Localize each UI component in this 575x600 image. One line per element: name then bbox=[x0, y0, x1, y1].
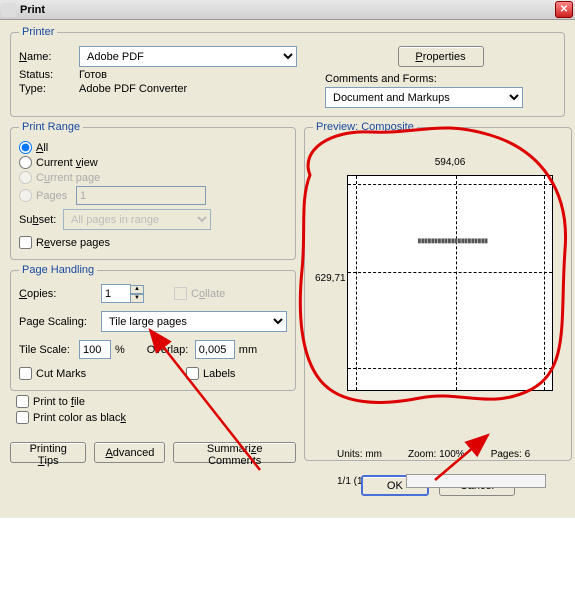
status-label: Status: bbox=[19, 69, 79, 81]
printer-group: Printer Name: Adobe PDF Status: Готов Ty… bbox=[10, 26, 565, 117]
reverse-pages-check[interactable] bbox=[19, 236, 32, 249]
printing-tips-button[interactable]: Printing Tips bbox=[10, 442, 86, 463]
copies-input[interactable] bbox=[101, 284, 131, 303]
print-range-group: Print Range All Current view Current pag… bbox=[10, 121, 296, 260]
range-legend: Print Range bbox=[19, 121, 83, 133]
overlap-unit: mm bbox=[239, 344, 257, 356]
tilescale-input[interactable] bbox=[79, 340, 111, 359]
range-pages-label: Pages bbox=[36, 190, 76, 202]
subset-select: All pages in range bbox=[63, 209, 211, 230]
app-icon bbox=[2, 3, 16, 17]
labels-label: Labels bbox=[203, 368, 235, 380]
range-currentpage-label: Current page bbox=[36, 172, 100, 184]
preview-legend: Preview: Composite bbox=[313, 121, 417, 133]
printer-legend: Printer bbox=[19, 26, 57, 38]
properties-button[interactable]: Properties bbox=[398, 46, 484, 67]
comments-label: Comments and Forms: bbox=[325, 73, 556, 85]
copies-label: Copies: bbox=[19, 288, 101, 300]
close-icon: ✕ bbox=[560, 4, 568, 15]
advanced-button[interactable]: Advanced bbox=[94, 442, 165, 463]
print-to-file-check[interactable] bbox=[16, 395, 29, 408]
preview-pages: Pages: 6 bbox=[491, 449, 530, 460]
print-black-check[interactable] bbox=[16, 411, 29, 424]
preview-height: 629,71 bbox=[315, 273, 346, 284]
collate-label: Collate bbox=[191, 288, 225, 300]
comments-select[interactable]: Document and Markups bbox=[325, 87, 523, 108]
copies-spinner[interactable]: ▲▼ bbox=[130, 285, 144, 303]
preview-zoom: Zoom: 100% bbox=[408, 449, 465, 460]
subset-label: Subset: bbox=[19, 214, 63, 226]
page-handling-group: Page Handling Copies: ▲▼ Collate Page Sc… bbox=[10, 264, 296, 391]
status-value: Готов bbox=[79, 69, 107, 81]
preview-units: Units: mm bbox=[337, 449, 382, 460]
reverse-pages-label: Reverse pages bbox=[36, 237, 110, 249]
preview-page: █████████████████████ bbox=[347, 175, 553, 391]
preview-document-text: █████████████████████ bbox=[418, 238, 488, 243]
type-value: Adobe PDF Converter bbox=[79, 83, 187, 95]
print-black-label: Print color as black bbox=[33, 412, 126, 424]
print-to-file-label: Print to file bbox=[33, 396, 85, 408]
name-label: Name: bbox=[19, 51, 79, 63]
handling-legend: Page Handling bbox=[19, 264, 97, 276]
window-title: Print bbox=[20, 4, 45, 16]
range-currentview-radio[interactable] bbox=[19, 156, 32, 169]
tilescale-pct: % bbox=[115, 344, 125, 356]
preview-group: Preview: Composite 594,06 629,71 ███████… bbox=[304, 121, 572, 461]
range-currentview-label: Current view bbox=[36, 157, 98, 169]
titlebar: Print ✕ bbox=[0, 0, 575, 20]
scaling-label: Page Scaling: bbox=[19, 316, 101, 328]
range-pages-radio bbox=[19, 189, 32, 202]
preview-width: 594,06 bbox=[347, 157, 553, 168]
preview-slider[interactable] bbox=[406, 474, 546, 488]
labels-check[interactable] bbox=[186, 367, 199, 380]
range-pages-input bbox=[76, 186, 206, 205]
tilescale-label: Tile Scale: bbox=[19, 344, 79, 356]
summarize-button[interactable]: Summarize Comments bbox=[173, 442, 296, 463]
cutmarks-label: Cut Marks bbox=[36, 368, 186, 380]
cutmarks-check[interactable] bbox=[19, 367, 32, 380]
type-label: Type: bbox=[19, 83, 79, 95]
dialog-body: Printer Name: Adobe PDF Status: Готов Ty… bbox=[0, 20, 575, 518]
overlap-input[interactable] bbox=[195, 340, 235, 359]
range-currentpage-radio bbox=[19, 171, 32, 184]
collate-check bbox=[174, 287, 187, 300]
preview-area: 594,06 629,71 █████████████████████ bbox=[313, 143, 563, 443]
range-all-label: All bbox=[36, 142, 48, 154]
overlap-label: Overlap: bbox=[147, 344, 195, 356]
range-all-radio[interactable] bbox=[19, 141, 32, 154]
close-button[interactable]: ✕ bbox=[555, 1, 573, 18]
page-scaling-select[interactable]: Tile large pages bbox=[101, 311, 287, 332]
printer-name-select[interactable]: Adobe PDF bbox=[79, 46, 297, 67]
